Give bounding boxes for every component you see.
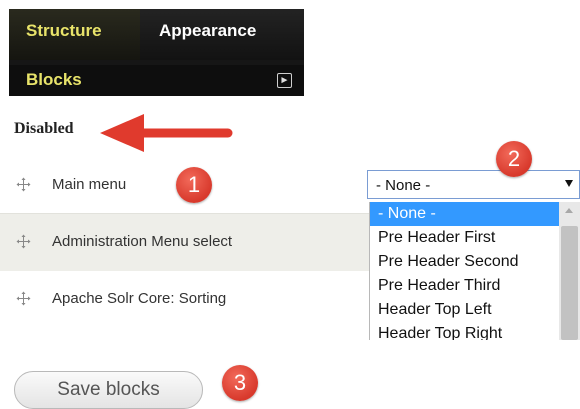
scroll-thumb[interactable]	[561, 226, 578, 340]
step-badge-2: 2	[496, 141, 532, 177]
dropdown-scrollbar[interactable]	[559, 202, 580, 340]
drag-handle-icon[interactable]	[16, 177, 31, 192]
block-label: Main menu	[52, 176, 127, 193]
scroll-up-icon[interactable]	[565, 208, 573, 213]
drag-handle-icon[interactable]	[16, 234, 31, 249]
region-select-value: - None -	[376, 177, 431, 194]
drag-handle-icon[interactable]	[16, 291, 31, 306]
block-label: Apache Solr Core: Sorting	[52, 290, 227, 307]
admin-toolbar: Structure Appearance Blocks ►	[9, 9, 304, 96]
region-dropdown-list: - None - Pre Header First Pre Header Sec…	[369, 202, 560, 340]
annotation-arrow-icon	[100, 114, 233, 152]
step-badge-1: 1	[176, 167, 212, 203]
dropdown-option[interactable]: Header Top Left	[370, 298, 560, 322]
block-label: Administration Menu select	[52, 233, 233, 250]
region-heading: Disabled	[14, 120, 74, 137]
dropdown-option[interactable]: Pre Header First	[370, 226, 560, 250]
dropdown-option[interactable]: Pre Header Third	[370, 274, 560, 298]
chevron-down-icon	[565, 180, 573, 187]
submenu-item-blocks[interactable]: Blocks	[26, 70, 82, 90]
dropdown-option[interactable]: Pre Header Second	[370, 250, 560, 274]
step-badge-3: 3	[222, 365, 258, 401]
tab-structure-label: Structure	[26, 21, 102, 40]
dropdown-option[interactable]: - None -	[370, 202, 560, 226]
toolbar-submenu: Blocks ►	[9, 65, 304, 96]
expand-icon[interactable]: ►	[277, 73, 292, 88]
toolbar-tabs: Structure Appearance	[9, 9, 304, 60]
region-select[interactable]: - None -	[367, 170, 580, 199]
tab-appearance[interactable]: Appearance	[159, 21, 256, 41]
dropdown-option[interactable]: Header Top Right	[370, 322, 560, 340]
save-blocks-button[interactable]: Save blocks	[14, 371, 203, 409]
tab-structure[interactable]: Structure	[9, 9, 140, 60]
